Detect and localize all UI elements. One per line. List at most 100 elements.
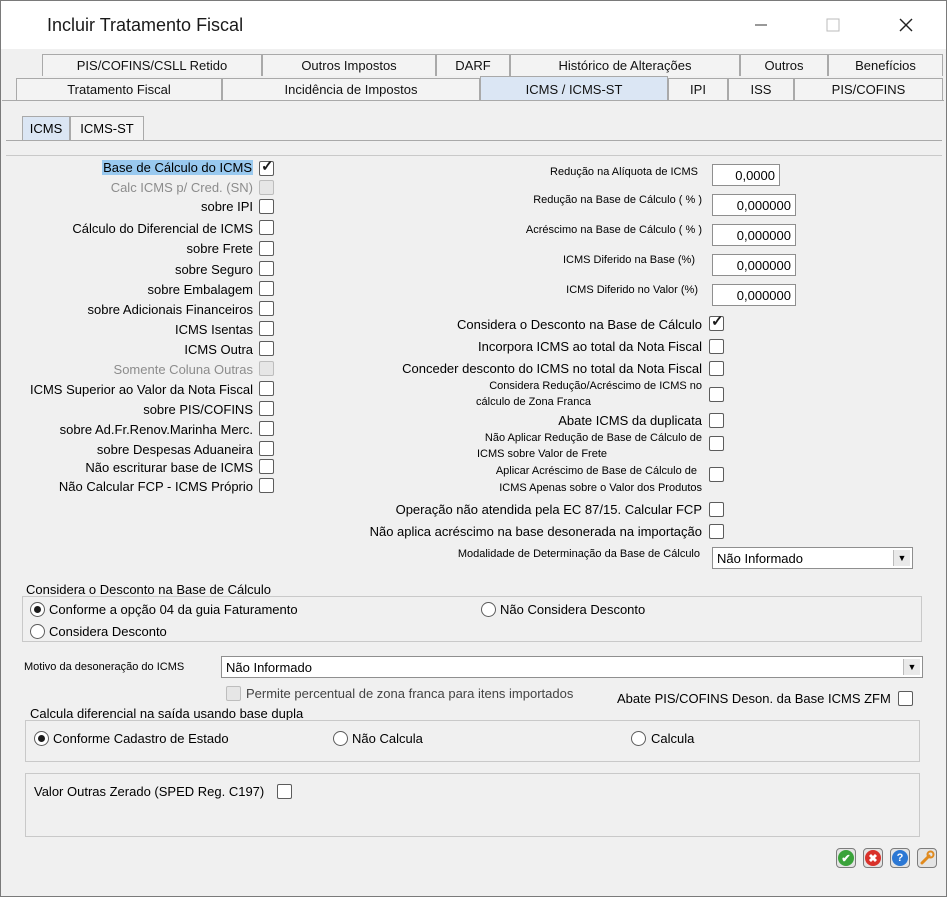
diferencial-group-title: Calcula diferencial na saída usando base… xyxy=(30,706,304,721)
tab-outros[interactable]: Outros xyxy=(740,54,828,76)
icms-diferido-base-input[interactable]: 0,000000 xyxy=(712,254,796,276)
label-acrescimo-base: Acréscimo na Base de Cálculo ( % ) xyxy=(525,224,702,236)
tab-pis-cofins[interactable]: PIS/COFINS xyxy=(794,78,943,100)
checkbox-sobre-ipi[interactable] xyxy=(259,199,274,214)
label-aplicar-acrescimo-produtos: Aplicar Acréscimo de Base de Cálculo de xyxy=(495,465,697,477)
checkbox-ad-fr-renov[interactable] xyxy=(259,421,274,436)
acrescimo-base-input[interactable]: 0,000000 xyxy=(712,224,796,246)
checkbox-icms-isentas[interactable] xyxy=(259,321,274,336)
title-bar: Incluir Tratamento Fiscal xyxy=(1,1,946,49)
checkbox-considera-desconto[interactable]: ✓ xyxy=(709,313,724,331)
tab-ipi[interactable]: IPI xyxy=(668,78,728,100)
panel-border xyxy=(6,155,942,156)
checkbox-sobre-seguro[interactable] xyxy=(259,261,274,276)
checkbox-aplicar-acrescimo-produtos[interactable] xyxy=(709,467,724,482)
tab-icms-icms-st[interactable]: ICMS / ICMS-ST xyxy=(480,76,668,101)
label-nao-aplica-acrescimo: Não aplica acréscimo na base desonerada … xyxy=(369,524,702,539)
label-icms-isentas: ICMS Isentas xyxy=(174,322,253,337)
checkbox-despesas-aduaneira[interactable] xyxy=(259,441,274,456)
minimize-icon xyxy=(755,24,767,26)
radio-considera-desconto[interactable] xyxy=(30,624,45,639)
label-base-calculo-icms: Base de Cálculo do ICMS xyxy=(102,160,253,175)
subtab-icms-st[interactable]: ICMS-ST xyxy=(70,116,144,140)
radio-nao-calcula[interactable] xyxy=(333,731,348,746)
checkbox-abate-icms-duplicata[interactable] xyxy=(709,413,724,428)
help-icon: ? xyxy=(892,850,908,866)
checkbox-incorpora-icms[interactable] xyxy=(709,339,724,354)
modalidade-value: Não Informado xyxy=(717,550,803,566)
checkbox-valor-outras[interactable] xyxy=(277,784,292,799)
chevron-down-icon: ▼ xyxy=(903,659,920,675)
maximize-button[interactable] xyxy=(813,11,853,39)
label-sobre-pis-cofins: sobre PIS/COFINS xyxy=(143,402,253,417)
tab-iss[interactable]: ISS xyxy=(728,78,794,100)
tab-strip-border xyxy=(2,100,944,101)
tools-button[interactable] xyxy=(917,848,937,868)
tab-historico[interactable]: Histórico de Alterações xyxy=(510,54,740,76)
cancel-icon: ✖ xyxy=(865,850,881,866)
checkbox-calculo-diferencial[interactable] xyxy=(259,220,274,235)
checkbox-conceder-desconto[interactable] xyxy=(709,361,724,376)
label-nao-calcula: Não Calcula xyxy=(352,731,423,746)
radio-conforme-cadastro[interactable] xyxy=(34,731,49,746)
label-calcula: Calcula xyxy=(651,731,695,746)
checkbox-nao-escriturar[interactable] xyxy=(259,459,274,474)
label-somente-coluna-outras: Somente Coluna Outras xyxy=(113,362,253,377)
radio-conforme-opcao-04[interactable] xyxy=(30,602,45,617)
reducao-aliquota-input[interactable]: 0,0000 xyxy=(712,164,780,186)
radio-dot xyxy=(34,606,41,613)
label-reducao-aliquota: Redução na Alíquota de ICMS xyxy=(550,166,698,178)
label-nao-calcular-fcp: Não Calcular FCP - ICMS Próprio xyxy=(58,479,253,494)
label-ad-fr-renov: sobre Ad.Fr.Renov.Marinha Merc. xyxy=(59,422,253,437)
checkbox-nao-aplicar-reducao-frete[interactable] xyxy=(709,436,724,451)
tab-incidencia-impostos[interactable]: Incidência de Impostos xyxy=(222,78,480,100)
label-conceder-desconto: Conceder desconto do ICMS no total da No… xyxy=(402,361,702,376)
reducao-base-input[interactable]: 0,000000 xyxy=(712,194,796,216)
checkbox-sobre-frete[interactable] xyxy=(259,241,274,256)
tab-outros-impostos[interactable]: Outros Impostos xyxy=(262,54,436,76)
close-button[interactable] xyxy=(886,11,926,39)
checkbox-nao-calcular-fcp[interactable] xyxy=(259,478,274,493)
label-conforme-cadastro: Conforme Cadastro de Estado xyxy=(53,731,229,746)
cancel-button[interactable]: ✖ xyxy=(863,848,883,868)
confirm-button[interactable]: ✔ xyxy=(836,848,856,868)
close-icon xyxy=(899,18,913,32)
motivo-value: Não Informado xyxy=(226,659,312,675)
tab-tratamento-fiscal[interactable]: Tratamento Fiscal xyxy=(16,78,222,100)
modalidade-select[interactable]: Não Informado ▼ xyxy=(712,547,913,569)
label-icms-outra: ICMS Outra xyxy=(184,342,253,357)
checkbox-icms-outra[interactable] xyxy=(259,341,274,356)
subtab-icms[interactable]: ICMS xyxy=(22,116,70,140)
checkbox-considera-reducao-zf[interactable] xyxy=(709,387,724,402)
label-modalidade: Modalidade de Determinação da Base de Cá… xyxy=(457,548,700,560)
label-incorpora-icms: Incorpora ICMS ao total da Nota Fiscal xyxy=(478,339,702,354)
checkbox-operacao-nao-atendida[interactable] xyxy=(709,502,724,517)
valor-outras-group xyxy=(25,773,920,837)
radio-calcula[interactable] xyxy=(631,731,646,746)
checkbox-adicionais-financeiros[interactable] xyxy=(259,301,274,316)
check-icon: ✓ xyxy=(261,158,274,175)
label-icms-diferido-valor: ICMS Diferido no Valor (%) xyxy=(566,284,698,296)
label-despesas-aduaneira: sobre Despesas Aduaneira xyxy=(96,442,253,457)
checkbox-nao-aplica-acrescimo[interactable] xyxy=(709,524,724,539)
motivo-select[interactable]: Não Informado ▼ xyxy=(221,656,923,678)
tab-pis-cofins-csll-retido[interactable]: PIS/COFINS/CSLL Retido xyxy=(42,54,262,76)
tab-darf[interactable]: DARF xyxy=(436,54,510,76)
checkbox-base-calculo-icms[interactable]: ✓ xyxy=(259,158,274,176)
tab-beneficios[interactable]: Benefícios xyxy=(828,54,943,76)
label-nao-aplicar-reducao-frete-line2: ICMS sobre Valor de Frete xyxy=(476,448,607,460)
label-reducao-base: Redução na Base de Cálculo ( % ) xyxy=(533,194,702,206)
chevron-down-icon: ▼ xyxy=(893,550,910,566)
label-nao-escriturar: Não escriturar base de ICMS xyxy=(85,460,253,475)
checkbox-sobre-embalagem[interactable] xyxy=(259,281,274,296)
help-button[interactable]: ? xyxy=(890,848,910,868)
checkbox-abate-pis-cofins[interactable] xyxy=(898,691,913,706)
window-title: Incluir Tratamento Fiscal xyxy=(47,15,244,35)
icms-diferido-valor-input[interactable]: 0,000000 xyxy=(712,284,796,306)
minimize-button[interactable] xyxy=(741,11,781,39)
checkbox-icms-superior[interactable] xyxy=(259,381,274,396)
label-considera-reducao-zf: Considera Redução/Acréscimo de ICMS no xyxy=(489,380,702,392)
checkbox-sobre-pis-cofins[interactable] xyxy=(259,401,274,416)
radio-nao-considera-desconto[interactable] xyxy=(481,602,496,617)
label-adicionais-financeiros: sobre Adicionais Financeiros xyxy=(87,302,253,317)
